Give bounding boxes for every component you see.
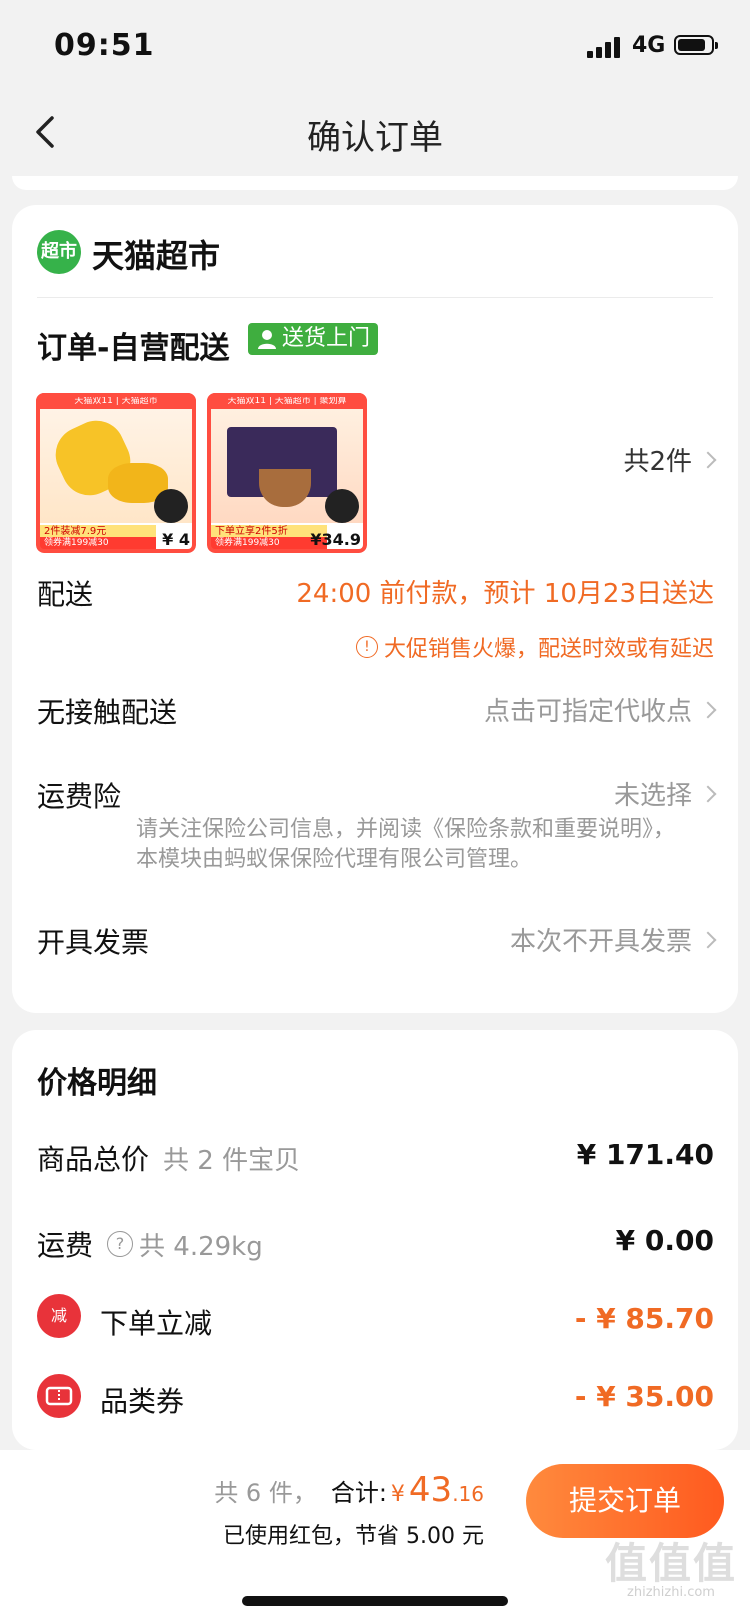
ticket-icon — [37, 1374, 81, 1418]
category-coupon-value: - ¥ 35.00 — [574, 1380, 714, 1413]
shipping-weight: 共 4.29kg — [139, 1231, 263, 1262]
person-icon — [258, 330, 276, 349]
discount-icon: 减 — [37, 1294, 81, 1338]
contactless-option[interactable]: 点击可指定代收点 — [483, 691, 717, 728]
status-bar: 09:51 4G — [0, 0, 750, 90]
discount-label: 下单立减 — [100, 1307, 213, 1340]
divider — [37, 297, 713, 298]
items-total-row: 商品总价 共 2 件宝贝 — [37, 1138, 300, 1178]
submit-order-button[interactable]: 提交订单 — [526, 1464, 724, 1538]
product-thumbnail-corn[interactable]: 天猫双11 | 天猫超市 2件装减7.9元 领券满199减30 ¥ 4 — [36, 393, 196, 553]
order-total: 共 6 件， 合计: ¥ 43 .16 — [214, 1470, 484, 1510]
delivery-warning: ! 大促销售火爆，配送时效或有延迟 — [355, 631, 714, 663]
contactless-label: 无接触配送 — [37, 696, 178, 729]
delivery-badge-label: 送货上门 — [282, 326, 371, 351]
battery-icon — [674, 35, 718, 55]
invoice-label: 开具发票 — [37, 926, 150, 959]
total-amount-decimal: .16 — [452, 1482, 484, 1506]
shipping-row: 运费 ? 共 4.29kg — [37, 1224, 263, 1264]
shipping-insurance-value: 未选择 — [613, 781, 692, 811]
watermark: 值值值 zhizhizhi.com — [596, 1530, 746, 1600]
total-amount: 43 — [408, 1470, 453, 1510]
insurance-note: 请关注保险公司信息，并阅读《保险条款和重要说明》，本模块由蚂蚁保保险代理有限公司… — [136, 817, 676, 872]
store-logo: 超市 — [37, 230, 81, 274]
status-time: 09:51 — [54, 28, 155, 63]
item-count-label: 共2件 — [623, 447, 692, 477]
delivery-warning-text: 大促销售火爆，配送时效或有延迟 — [383, 637, 714, 662]
order-type-label: 订单-自营配送 — [37, 331, 230, 366]
shipping-insurance-label: 运费险 — [37, 780, 122, 813]
total-label: 合计: — [330, 1479, 387, 1507]
navigation-bar: 确认订单 — [0, 90, 750, 176]
discount-value: - ¥ 85.70 — [574, 1302, 714, 1335]
previous-card-edge — [12, 176, 738, 190]
home-indicator[interactable] — [242, 1596, 508, 1606]
store-name[interactable]: 天猫超市 — [92, 231, 220, 277]
product-thumbnail-coffee[interactable]: 天猫双11 | 天猫超市 | 聚划算 下单立享2件5折 领券满199减30 ¥3… — [207, 393, 367, 553]
help-icon[interactable]: ? — [107, 1231, 134, 1257]
invoice-option[interactable]: 本次不开具发票 — [509, 921, 717, 958]
invoice-value: 本次不开具发票 — [509, 927, 692, 957]
delivery-estimate: 24:00 前付款，预计 10月23日送达 — [296, 579, 714, 609]
chevron-right-icon — [699, 931, 717, 948]
signal-icon — [587, 36, 623, 58]
currency-symbol: ¥ — [390, 1482, 405, 1507]
store-order-card: 超市 天猫超市 订单-自营配送 送货上门 天猫双11 | 天猫超市 2件装减7.… — [12, 205, 738, 1013]
shipping-insurance-option[interactable]: 未选择 — [613, 775, 717, 812]
chevron-right-icon — [699, 451, 717, 468]
alert-icon: ! — [355, 636, 378, 658]
delivery-label: 配送 — [37, 578, 94, 611]
delivery-badge: 送货上门 — [248, 323, 379, 355]
chevron-right-icon — [699, 785, 717, 802]
savings-text: 已使用红包，节省 5.00 元 — [223, 1524, 484, 1549]
contactless-value: 点击可指定代收点 — [483, 697, 692, 727]
items-total-sub: 共 2 件宝贝 — [163, 1145, 301, 1176]
page-title: 确认订单 — [307, 118, 443, 158]
category-coupon-label: 品类券 — [100, 1385, 185, 1418]
network-label: 4G — [632, 33, 666, 58]
item-count-summary: 共 6 件， — [214, 1479, 317, 1507]
items-total-label: 商品总价 — [37, 1143, 150, 1176]
shipping-label: 运费 — [37, 1229, 94, 1262]
chevron-right-icon — [699, 701, 717, 718]
items-total-value: ¥ 171.40 — [576, 1138, 714, 1171]
product-frame — [36, 393, 196, 553]
item-count-link[interactable]: 共2件 — [623, 441, 717, 478]
product-frame — [207, 393, 367, 553]
price-detail-card: 价格明细 商品总价 共 2 件宝贝 ¥ 171.40 运费 ? 共 4.29kg… — [12, 1030, 738, 1450]
price-detail-title: 价格明细 — [37, 1066, 157, 1101]
watermark-glyphs: 值值值 — [604, 1539, 737, 1588]
shipping-value: ¥ 0.00 — [615, 1224, 714, 1257]
